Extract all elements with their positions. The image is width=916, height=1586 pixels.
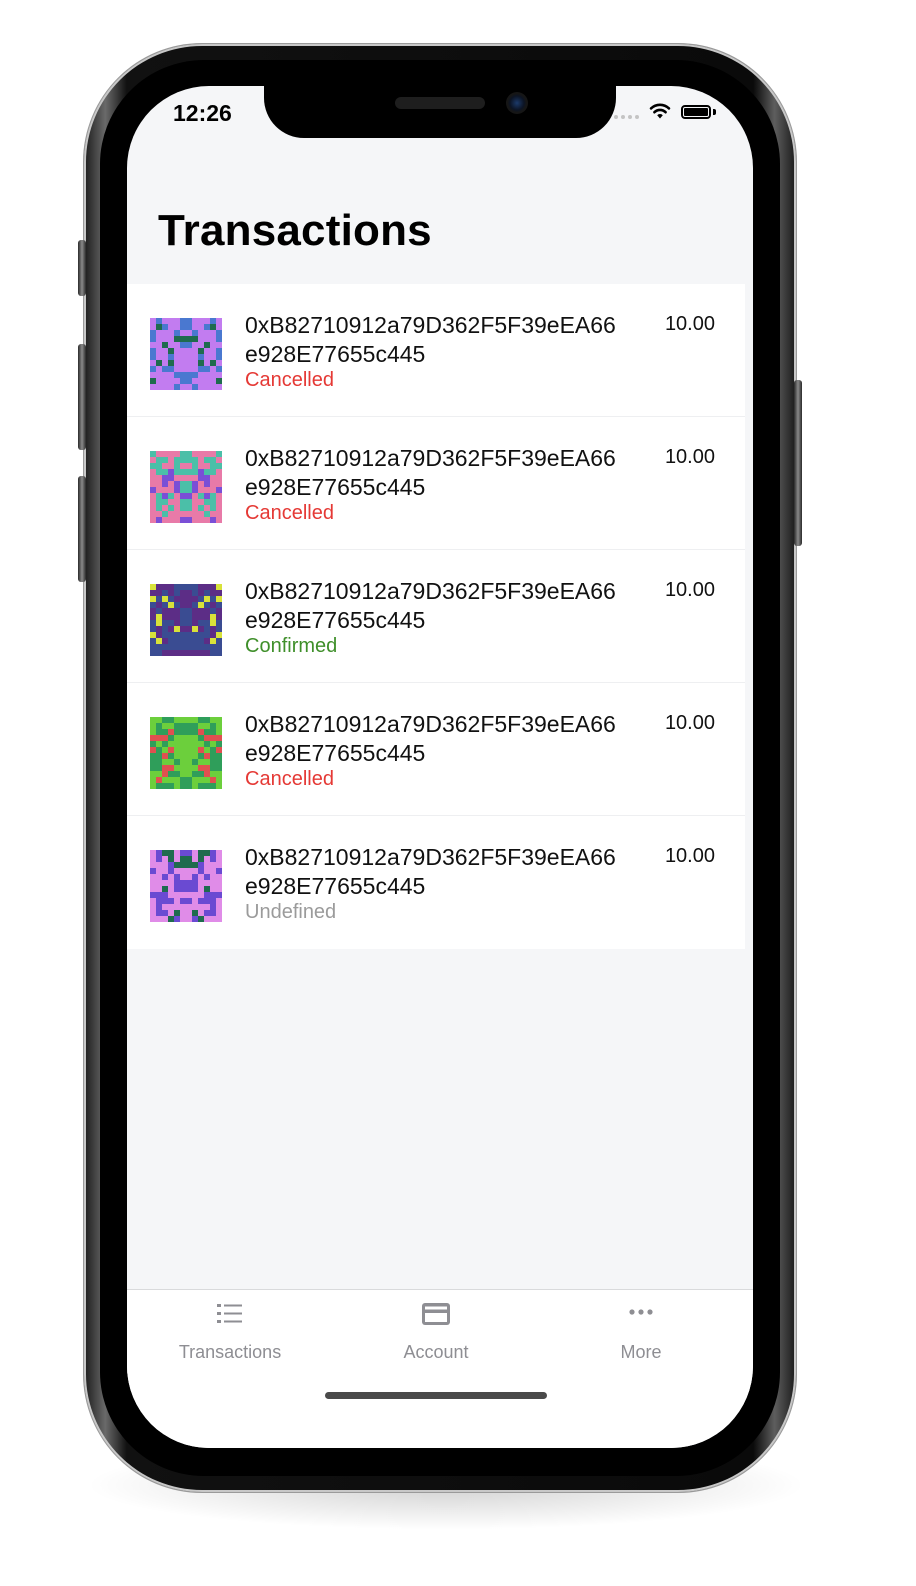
front-camera [506, 92, 528, 114]
transaction-row[interactable]: 0xB82710912a79D362F5F39eEA66e928E77655c4… [127, 816, 745, 949]
transaction-row[interactable]: 0xB82710912a79D362F5F39eEA66e928E77655c4… [127, 550, 745, 683]
transaction-status: Undefined [245, 901, 337, 923]
transaction-status: Cancelled [245, 768, 334, 790]
battery-tip [713, 109, 716, 115]
transaction-status: Cancelled [245, 369, 334, 391]
tab-label: More [620, 1342, 662, 1362]
card-icon [422, 1303, 450, 1325]
transaction-list: 0xB82710912a79D362F5F39eEA66e928E77655c4… [127, 284, 745, 949]
transaction-amount: 10.00 [664, 845, 715, 867]
transaction-address: 0xB82710912a79D362F5F39eEA66e928E77655c4… [245, 844, 616, 899]
transaction-amount: 10.00 [664, 712, 715, 734]
volume-down-button [78, 476, 86, 582]
transaction-address: 0xB82710912a79D362F5F39eEA66e928E77655c4… [245, 578, 616, 633]
transaction-amount: 10.00 [664, 313, 715, 335]
page-title: Transactions [158, 206, 432, 255]
wifi-icon [649, 103, 671, 119]
volume-up-button [78, 344, 86, 450]
identicon-avatar [150, 451, 222, 523]
transaction-address: 0xB82710912a79D362F5F39eEA66e928E77655c4… [245, 445, 616, 500]
transaction-address: 0xB82710912a79D362F5F39eEA66e928E77655c4… [245, 312, 616, 367]
tab-bar: Transactions Account More [127, 1289, 753, 1448]
list-icon [217, 1304, 242, 1323]
identicon-avatar [150, 584, 222, 656]
silent-switch [78, 240, 86, 296]
speaker-grille [395, 97, 485, 109]
phone-screen: 12:26 Transactions 0xB82710912a79D362F5F… [127, 86, 753, 1448]
transaction-row[interactable]: 0xB82710912a79D362F5F39eEA66e928E77655c4… [127, 417, 745, 550]
transaction-row[interactable]: 0xB82710912a79D362F5F39eEA66e928E77655c4… [127, 683, 745, 816]
identicon-avatar [150, 318, 222, 390]
tab-label: Transactions [178, 1342, 282, 1362]
transaction-address: 0xB82710912a79D362F5F39eEA66e928E77655c4… [245, 711, 616, 766]
cellular-signal-icon [614, 115, 639, 119]
transaction-status: Confirmed [245, 635, 338, 657]
tab-label: Account [403, 1342, 469, 1362]
notch [264, 86, 616, 138]
home-indicator [325, 1392, 547, 1399]
more-icon [629, 1309, 653, 1315]
battery-icon [681, 105, 711, 119]
transaction-row[interactable]: 0xB82710912a79D362F5F39eEA66e928E77655c4… [127, 284, 745, 417]
identicon-avatar [150, 850, 222, 922]
transaction-status: Cancelled [245, 502, 334, 524]
transaction-amount: 10.00 [664, 446, 715, 468]
status-time: 12:26 [173, 100, 232, 126]
transaction-amount: 10.00 [664, 579, 715, 601]
power-button [794, 380, 802, 546]
identicon-avatar [150, 717, 222, 789]
